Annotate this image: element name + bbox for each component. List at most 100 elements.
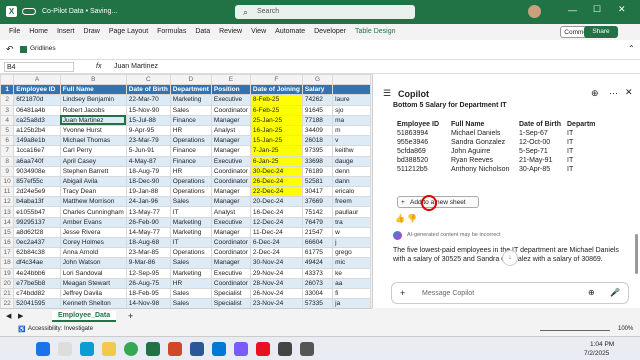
table-cell[interactable]: Coordinator: [210, 165, 251, 177]
close-button[interactable]: ✕: [618, 4, 626, 15]
add-sheet-icon[interactable]: +: [128, 311, 133, 321]
table-cell[interactable]: 16-Dec-24: [249, 206, 303, 218]
column-header[interactable]: C: [125, 74, 171, 86]
table-cell[interactable]: 24-Jan-96: [125, 196, 171, 208]
prev-sheet-icon[interactable]: ◀: [6, 312, 11, 320]
table-cell[interactable]: 4e24bbb6: [13, 267, 61, 279]
column-header[interactable]: A: [13, 74, 61, 86]
menu-home[interactable]: Home: [29, 24, 48, 40]
table-cell[interactable]: c74bdd82: [13, 287, 61, 300]
table-cell[interactable]: 14-Nov-98: [125, 298, 171, 308]
table-cell[interactable]: Executive: [210, 267, 251, 279]
table-cell[interactable]: 2-Dec-24: [249, 247, 303, 259]
table-cell[interactable]: Manager: [210, 135, 251, 147]
table-cell[interactable]: laure: [332, 94, 371, 106]
table-cell[interactable]: 49424: [301, 257, 334, 269]
table-cell[interactable]: Operations: [169, 135, 212, 147]
share-button[interactable]: Share: [584, 26, 618, 38]
table-cell[interactable]: 66604: [301, 236, 334, 249]
table-cell[interactable]: 19-Jan-88: [125, 186, 171, 198]
table-cell[interactable]: 26-Feb-90: [125, 216, 171, 228]
table-cell[interactable]: 06481a4b: [13, 104, 61, 116]
table-cell[interactable]: 6-Feb-25: [249, 104, 303, 116]
table-cell[interactable]: Finance: [169, 114, 212, 126]
table-cell[interactable]: 6-Dec-24: [249, 236, 303, 249]
mic-icon[interactable]: 🎤: [610, 288, 620, 297]
search-taskbar-icon[interactable]: [58, 342, 72, 356]
table-cell[interactable]: a6aa740f: [13, 155, 61, 167]
globe-icon[interactable]: ⊕: [588, 288, 595, 297]
table-cell[interactable]: Kenneth Shelton: [59, 298, 127, 308]
table-cell[interactable]: keithw: [332, 145, 371, 157]
table-cell[interactable]: fi: [332, 287, 371, 300]
table-cell[interactable]: HR: [169, 165, 212, 177]
menu-review[interactable]: Review: [219, 24, 242, 40]
column-header[interactable]: G: [301, 74, 334, 86]
table-cell[interactable]: Executive: [210, 155, 251, 167]
maximize-button[interactable]: ☐: [593, 4, 601, 15]
table-cell[interactable]: b4aba13f: [13, 196, 61, 208]
more-options-icon[interactable]: ⋯: [609, 88, 618, 99]
table-cell[interactable]: 22-Mar-70: [125, 94, 171, 106]
table-cell[interactable]: w: [332, 226, 371, 239]
table-cell[interactable]: 6-Jan-25: [249, 155, 303, 167]
table-cell[interactable]: 23-Mar-79: [125, 135, 171, 147]
table-cell[interactable]: Operations: [169, 247, 212, 259]
table-cell[interactable]: m: [332, 124, 371, 137]
row-number[interactable]: 16: [0, 236, 15, 249]
table-cell[interactable]: Operations: [169, 186, 212, 198]
table-cell[interactable]: e77be5b8: [13, 277, 61, 289]
powerpoint-icon[interactable]: [168, 342, 182, 356]
table-cell[interactable]: IT: [169, 236, 212, 249]
table-cell[interactable]: 28-Nov-24: [249, 277, 303, 289]
table-cell[interactable]: 9-Mar-86: [125, 257, 171, 269]
search-input[interactable]: ⌕ Search: [235, 5, 415, 19]
table-cell[interactable]: tra: [332, 216, 371, 228]
next-sheet-icon[interactable]: ▶: [18, 312, 23, 320]
table-cell[interactable]: 18-Feb-95: [125, 287, 171, 300]
table-cell[interactable]: j: [332, 236, 371, 249]
column-header[interactable]: B: [59, 74, 127, 86]
scroll-down-icon[interactable]: ↓: [502, 250, 518, 266]
table-cell[interactable]: Juan Martinez: [59, 114, 127, 126]
menu-automate[interactable]: Automate: [275, 24, 305, 40]
table-cell[interactable]: 52041595: [13, 298, 61, 308]
table-cell[interactable]: 18-Dec-90: [125, 175, 171, 188]
table-cell[interactable]: freem: [332, 196, 371, 208]
minimize-button[interactable]: —: [568, 5, 577, 15]
header-cell[interactable]: Position: [210, 84, 251, 96]
row-number[interactable]: 18: [0, 257, 15, 269]
menu-insert[interactable]: Insert: [57, 24, 75, 40]
table-cell[interactable]: 18-Aug-68: [125, 236, 171, 249]
table-cell[interactable]: 74262: [301, 94, 334, 106]
table-cell[interactable]: 23-Mar-85: [125, 247, 171, 259]
table-cell[interactable]: 99295137: [13, 216, 61, 228]
row-number[interactable]: 19: [0, 267, 15, 279]
table-cell[interactable]: 8-Feb-25: [249, 94, 303, 106]
clock-date[interactable]: 7/2/2025: [584, 350, 609, 357]
table-cell[interactable]: 0ec2a437: [13, 236, 61, 249]
table-cell[interactable]: 16-Jan-25: [249, 124, 303, 137]
table-cell[interactable]: 9-Apr-95: [125, 124, 171, 137]
name-box[interactable]: B4: [4, 62, 74, 72]
header-cell[interactable]: Salary: [301, 84, 334, 96]
menu-page-layout[interactable]: Page Layout: [109, 24, 148, 40]
thumbs-up-icon[interactable]: 👍: [395, 214, 405, 223]
table-cell[interactable]: Manager: [210, 257, 251, 269]
table-cell[interactable]: Coordinator: [210, 175, 251, 188]
table-cell[interactable]: Coordinator: [210, 277, 251, 289]
table-cell[interactable]: 30417: [301, 186, 334, 198]
column-header[interactable]: [332, 74, 371, 86]
table-cell[interactable]: Sales: [169, 196, 212, 208]
autosave-toggle[interactable]: [22, 8, 36, 15]
excel-taskbar-icon[interactable]: [146, 342, 160, 356]
table-cell[interactable]: 15-Nov-90: [125, 104, 171, 116]
table-cell[interactable]: Sales: [169, 287, 212, 300]
table-cell[interactable]: 37669: [301, 196, 334, 208]
table-cell[interactable]: 2d24e5e9: [13, 186, 61, 198]
spreadsheet-grid[interactable]: A B C D E F G 1 Employee ID Full Name Date of Birt…: [0, 74, 371, 308]
sheet-tab-employee-data[interactable]: Employee_Data: [52, 311, 117, 322]
table-cell[interactable]: Tracy Dean: [59, 186, 127, 198]
table-cell[interactable]: 76479: [301, 216, 334, 228]
table-cell[interactable]: e1055b47: [13, 206, 61, 218]
